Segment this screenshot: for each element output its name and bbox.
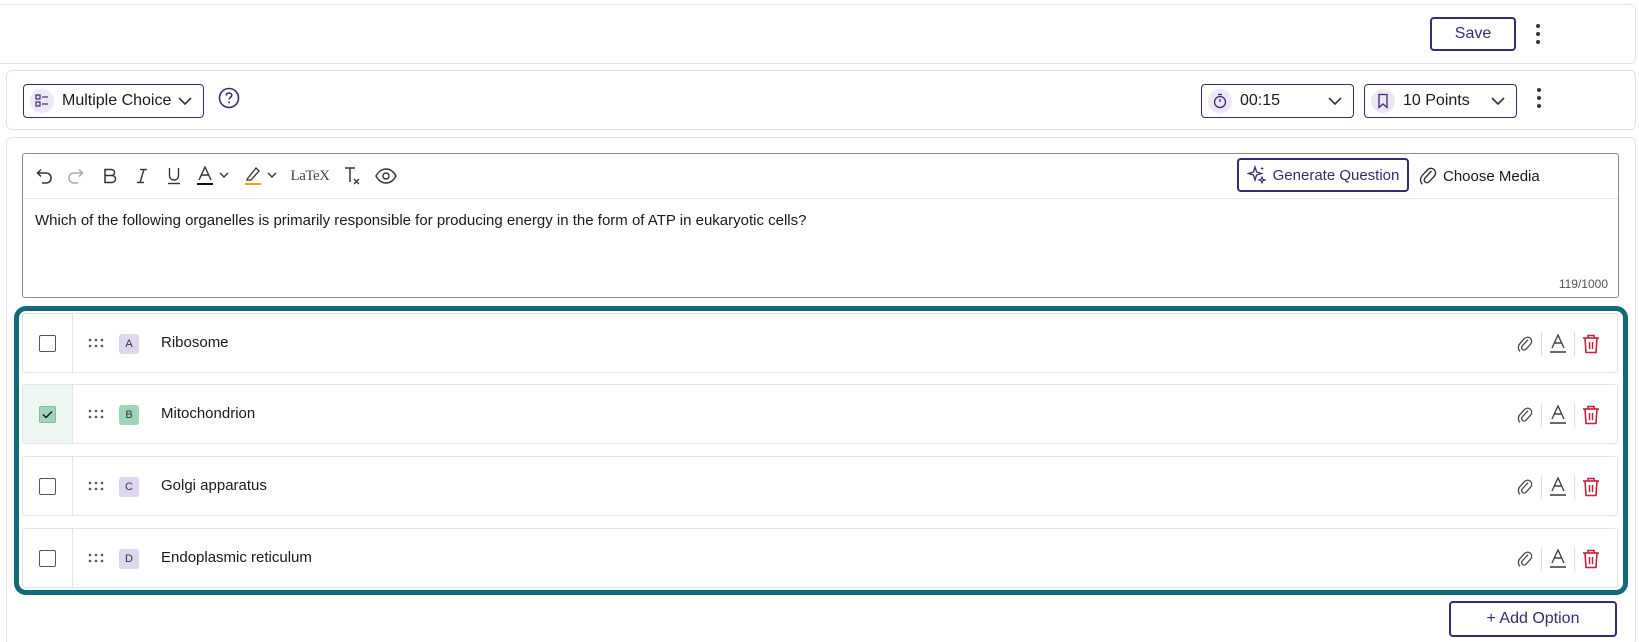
choose-media-button[interactable]: Choose Media	[1419, 163, 1540, 189]
checkmark-icon	[42, 410, 53, 419]
correct-checkbox-cell[interactable]	[23, 529, 73, 587]
drag-handle-icon[interactable]	[87, 406, 105, 424]
undo-icon[interactable]	[31, 164, 55, 188]
redo-icon[interactable]	[65, 164, 89, 188]
top-bar: Save	[0, 4, 1636, 64]
preview-eye-icon[interactable]	[373, 164, 399, 188]
delete-trash-icon[interactable]	[1575, 402, 1607, 428]
bookmark-icon	[1371, 89, 1395, 113]
text-color-icon[interactable]	[195, 164, 235, 188]
option-row-b: B Mitochondrion	[22, 384, 1618, 444]
option-text[interactable]: Golgi apparatus	[161, 477, 267, 494]
choose-media-label: Choose Media	[1443, 167, 1540, 185]
drag-handle-icon[interactable]	[87, 478, 105, 496]
attach-paperclip-icon[interactable]	[1509, 546, 1541, 572]
delete-trash-icon[interactable]	[1575, 474, 1607, 500]
settings-more-icon[interactable]	[1529, 84, 1549, 112]
generate-question-button[interactable]: Generate Question	[1237, 158, 1409, 192]
question-text[interactable]: Which of the following organelles is pri…	[35, 212, 806, 229]
question-type-select[interactable]: Multiple Choice	[23, 84, 204, 118]
option-actions	[1509, 546, 1607, 572]
attach-paperclip-icon[interactable]	[1509, 331, 1541, 357]
option-text[interactable]: Ribosome	[161, 334, 229, 351]
stopwatch-icon	[1208, 89, 1232, 113]
points-select[interactable]: 10 Points	[1364, 84, 1517, 118]
attach-paperclip-icon[interactable]	[1509, 402, 1541, 428]
bold-icon[interactable]	[99, 164, 121, 188]
chevron-down-icon	[178, 97, 192, 106]
highlight-icon[interactable]	[243, 164, 283, 188]
correct-checkbox[interactable]	[39, 477, 56, 495]
more-options-icon[interactable]	[1528, 20, 1548, 48]
option-letter-badge: C	[119, 477, 139, 497]
drag-handle-icon[interactable]	[87, 550, 105, 568]
add-option-button[interactable]: + Add Option	[1449, 601, 1617, 637]
editor-toolbar: LaTeX Generate Question Choose Media	[23, 154, 1618, 199]
correct-checkbox-cell[interactable]	[23, 457, 73, 515]
timer-select[interactable]: 00:15	[1201, 84, 1354, 118]
option-letter-badge: B	[119, 405, 139, 425]
help-icon[interactable]	[218, 87, 240, 109]
option-actions	[1509, 402, 1607, 428]
save-button[interactable]: Save	[1430, 17, 1516, 51]
timer-value: 00:15	[1240, 92, 1281, 109]
option-row-d: D Endoplasmic reticulum	[22, 528, 1618, 588]
chevron-down-icon	[1328, 97, 1342, 106]
question-settings-bar: Multiple Choice 00:15 10 Points	[6, 70, 1636, 130]
character-count: 119/1000	[1558, 277, 1608, 291]
paperclip-icon	[1419, 167, 1437, 185]
text-format-icon[interactable]	[1542, 331, 1574, 357]
delete-trash-icon[interactable]	[1575, 331, 1607, 357]
generate-question-label: Generate Question	[1272, 166, 1400, 184]
correct-checkbox[interactable]	[39, 334, 56, 352]
list-icon	[30, 89, 54, 113]
option-row-c: C Golgi apparatus	[22, 456, 1618, 516]
correct-checkbox[interactable]	[39, 405, 56, 423]
text-format-icon[interactable]	[1542, 402, 1574, 428]
delete-trash-icon[interactable]	[1575, 546, 1607, 572]
question-editor[interactable]: LaTeX Generate Question Choose Media Whi…	[22, 153, 1619, 298]
correct-checkbox-cell[interactable]	[23, 314, 73, 372]
correct-checkbox[interactable]	[39, 549, 56, 567]
option-row-a: A Ribosome	[22, 313, 1618, 373]
option-text[interactable]: Mitochondrion	[161, 405, 255, 422]
underline-icon[interactable]	[163, 164, 185, 188]
sparkle-icon	[1246, 165, 1267, 185]
points-value: 10 Points	[1403, 92, 1470, 109]
text-format-icon[interactable]	[1542, 546, 1574, 572]
option-text[interactable]: Endoplasmic reticulum	[161, 549, 312, 566]
question-type-label: Multiple Choice	[62, 92, 172, 109]
drag-handle-icon[interactable]	[87, 335, 105, 353]
chevron-down-icon	[1491, 97, 1505, 106]
attach-paperclip-icon[interactable]	[1509, 474, 1541, 500]
option-letter-badge: D	[119, 549, 139, 569]
clear-format-icon[interactable]	[341, 164, 363, 188]
correct-checkbox-cell[interactable]	[23, 385, 73, 443]
latex-button[interactable]: LaTeX	[289, 164, 331, 188]
option-actions	[1509, 474, 1607, 500]
option-letter-badge: A	[119, 334, 139, 354]
text-format-icon[interactable]	[1542, 474, 1574, 500]
italic-icon[interactable]	[131, 164, 153, 188]
option-actions	[1509, 331, 1607, 357]
